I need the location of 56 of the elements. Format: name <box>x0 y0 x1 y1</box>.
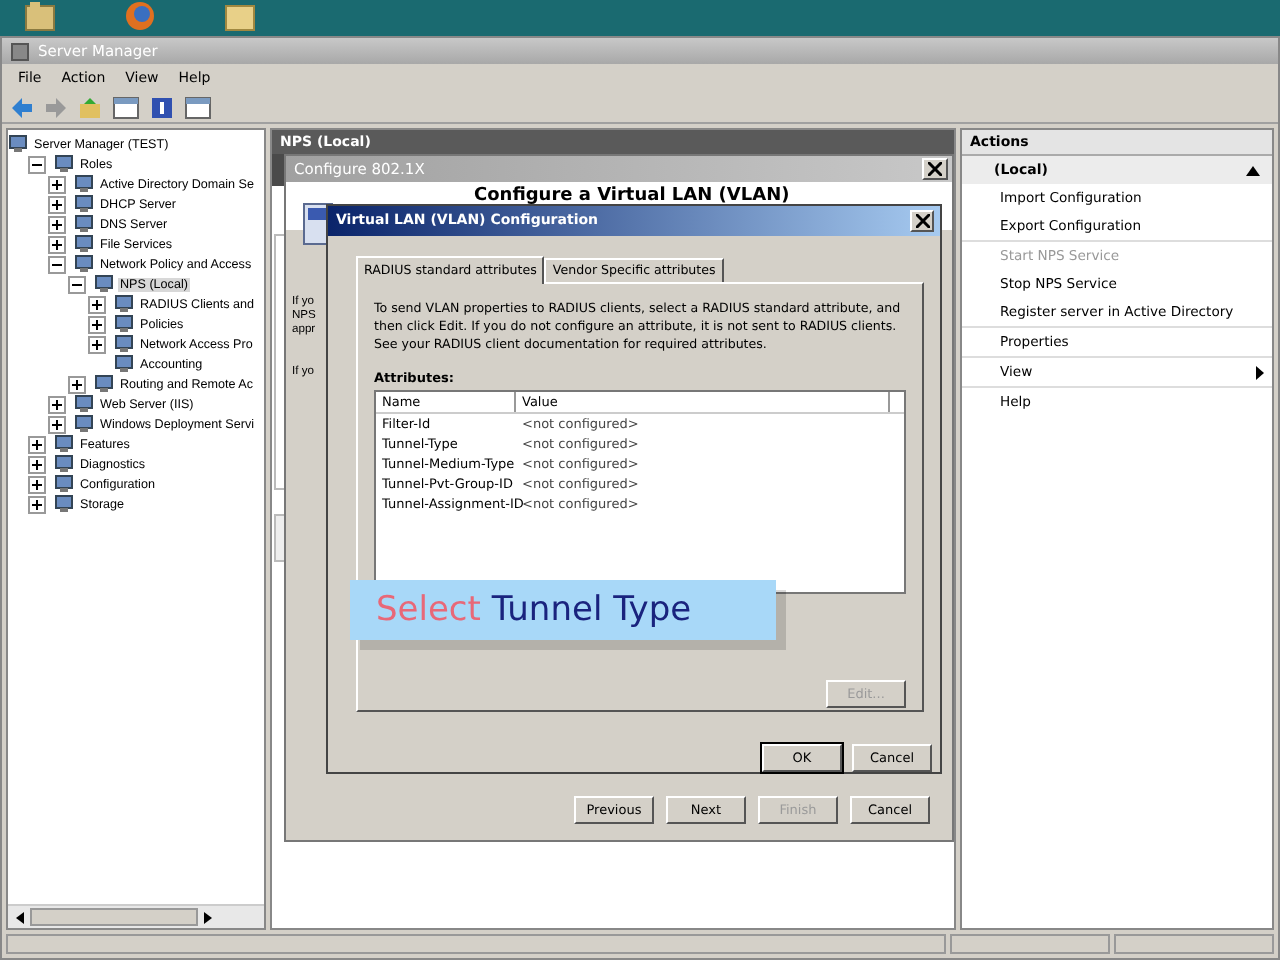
expand-icon[interactable] <box>28 435 46 453</box>
expand-icon[interactable] <box>88 335 106 353</box>
close-icon <box>915 213 929 228</box>
folder-icon <box>24 0 56 32</box>
close-button[interactable] <box>922 158 948 180</box>
collapse-icon[interactable] <box>28 155 46 173</box>
close-button[interactable] <box>910 209 934 232</box>
computer-icon <box>114 334 134 354</box>
computer-icon <box>74 194 94 214</box>
expand-icon[interactable] <box>68 375 86 393</box>
expand-icon[interactable] <box>48 175 66 193</box>
computer-icon <box>8 134 28 154</box>
collapse-icon[interactable] <box>68 275 86 293</box>
folder-up-icon <box>78 95 102 119</box>
computer-icon <box>74 234 94 254</box>
computer-icon <box>94 374 114 394</box>
computer-icon <box>114 314 134 334</box>
wizard-heading: Configure a Virtual LAN (VLAN) <box>474 186 790 206</box>
globe-icon <box>124 0 156 32</box>
expand-icon[interactable] <box>48 395 66 413</box>
window-icon <box>112 95 140 119</box>
window-icon <box>184 95 212 119</box>
expand-icon[interactable] <box>28 475 46 493</box>
computer-icon <box>54 154 74 174</box>
expand-icon[interactable] <box>48 215 66 233</box>
help-icon <box>150 95 174 119</box>
computer-icon <box>54 434 74 454</box>
expand-icon[interactable] <box>28 495 46 513</box>
computer-icon <box>74 174 94 194</box>
expand-icon[interactable] <box>88 295 106 313</box>
computer-icon <box>54 454 74 474</box>
collapse-icon <box>1246 165 1260 175</box>
collapse-icon[interactable] <box>48 255 66 273</box>
computer-icon <box>74 254 94 274</box>
left-arrow-icon <box>12 909 28 925</box>
computer-icon <box>74 394 94 414</box>
folder-icon <box>224 0 256 32</box>
back-arrow-icon <box>10 95 34 119</box>
expand-icon[interactable] <box>48 415 66 433</box>
submenu-arrow-icon <box>1256 365 1264 379</box>
computer-icon <box>114 294 134 314</box>
expand-icon[interactable] <box>88 315 106 333</box>
computer-icon <box>54 494 74 514</box>
forward-arrow-icon <box>44 95 68 119</box>
expand-icon[interactable] <box>48 235 66 253</box>
close-icon <box>928 162 942 176</box>
expand-icon[interactable] <box>28 455 46 473</box>
horizontal-scrollbar[interactable] <box>8 904 264 928</box>
caption-banner: Select Tunnel Type <box>350 580 776 640</box>
computer-icon <box>74 414 94 434</box>
computer-icon <box>54 474 74 494</box>
right-arrow-icon <box>200 909 216 925</box>
computer-icon <box>94 274 114 294</box>
computer-icon <box>74 214 94 234</box>
computer-icon <box>114 354 134 374</box>
expand-icon[interactable] <box>48 195 66 213</box>
